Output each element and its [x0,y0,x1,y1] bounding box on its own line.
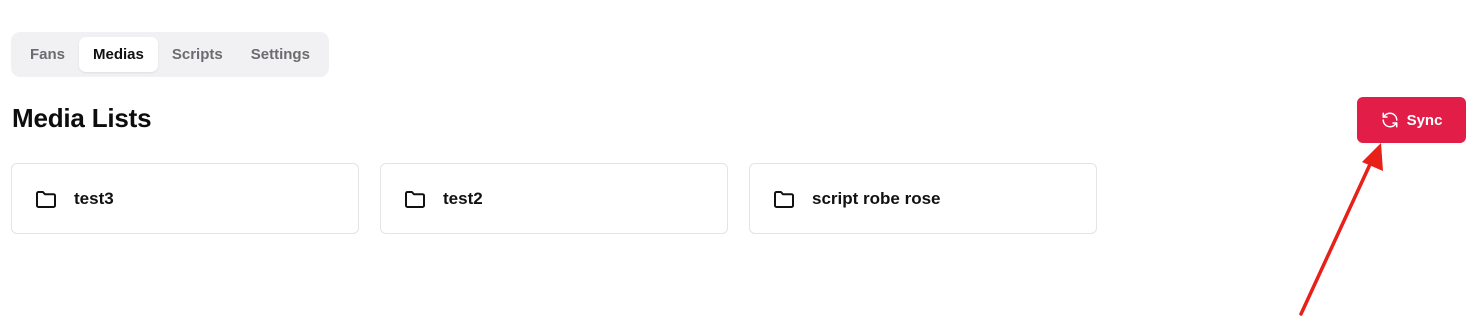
tab-settings[interactable]: Settings [237,37,324,72]
media-list-card[interactable]: test2 [380,163,728,234]
media-list-card[interactable]: script robe rose [749,163,1097,234]
annotation-arrow-head [1362,143,1383,171]
folder-icon [36,190,56,208]
media-lists-page: Fans Medias Scripts Settings Media Lists… [0,0,1477,336]
media-list-name: test3 [74,188,114,208]
folder-icon [405,190,425,208]
tab-bar: Fans Medias Scripts Settings [11,32,329,77]
annotation-arrow-shaft [1299,158,1374,316]
page-title: Media Lists [12,103,152,133]
sync-button-label: Sync [1406,111,1443,129]
refresh-icon [1382,112,1398,128]
tab-scripts[interactable]: Scripts [158,37,237,72]
sync-button[interactable]: Sync [1357,97,1466,143]
tab-medias[interactable]: Medias [79,37,158,72]
folder-icon [774,190,794,208]
media-list-name: script robe rose [812,188,941,208]
tab-fans[interactable]: Fans [16,37,79,72]
media-list-name: test2 [443,188,483,208]
media-list-card[interactable]: test3 [11,163,359,234]
